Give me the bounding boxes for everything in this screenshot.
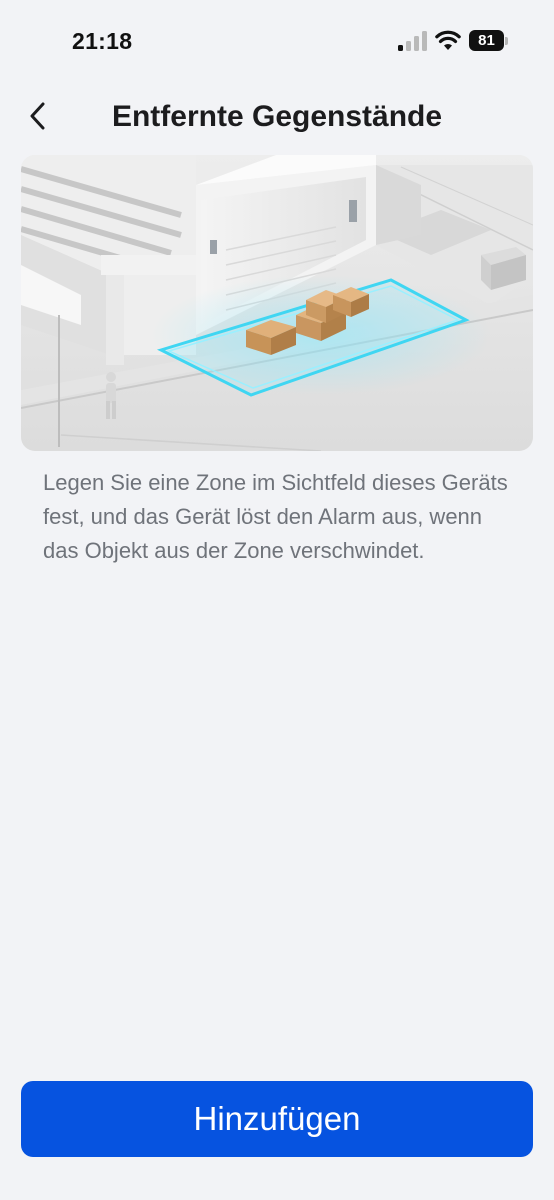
- feature-description: Legen Sie eine Zone im Sichtfeld dieses …: [43, 470, 508, 563]
- battery-icon: 81: [469, 30, 509, 52]
- wifi-icon: [435, 30, 461, 50]
- status-bar: 21:18 81: [0, 0, 554, 84]
- cellular-signal-icon: [398, 31, 427, 51]
- battery-level: 81: [469, 30, 504, 51]
- add-button[interactable]: Hinzufügen: [21, 1081, 533, 1157]
- navigation-bar: Entfernte Gegenstände: [0, 84, 554, 148]
- warehouse-zone-illustration: [21, 155, 533, 451]
- status-time: 21:18: [72, 28, 133, 54]
- page-title: Entfernte Gegenstände: [111, 100, 443, 133]
